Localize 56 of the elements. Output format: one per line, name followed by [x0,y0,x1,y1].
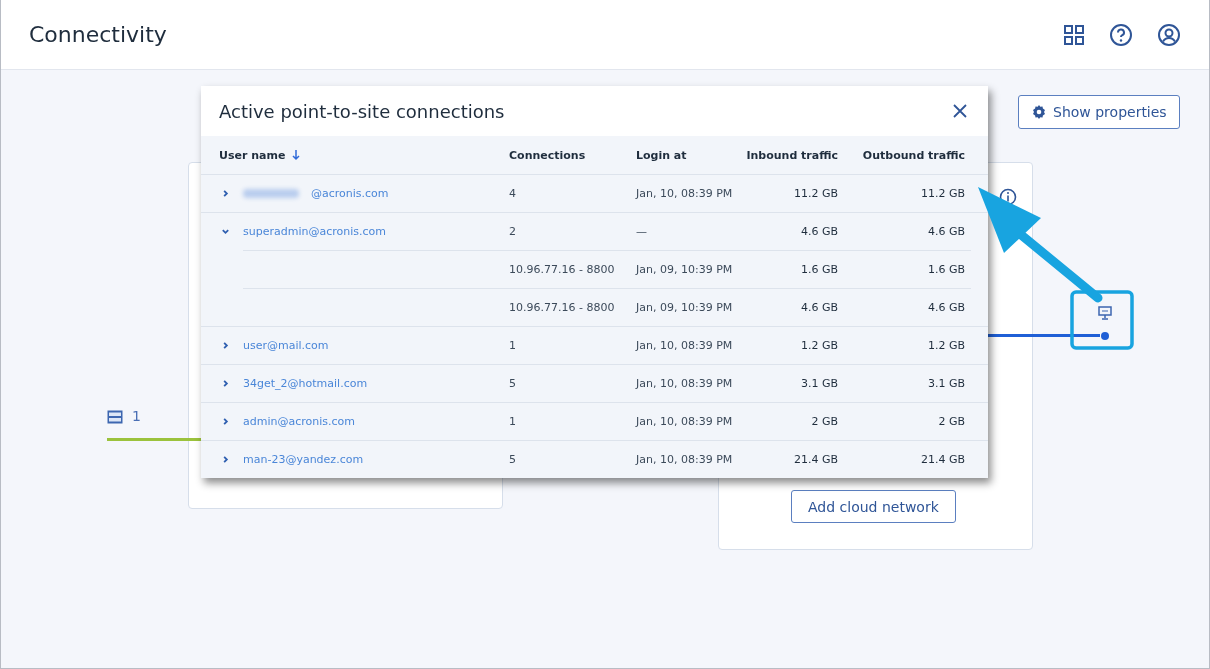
table-cell-text: 5 [509,377,517,390]
column-header[interactable]: User name [219,148,509,162]
node-count: 1 [132,408,141,424]
table-cell-text: — [636,225,648,238]
column-header[interactable]: Login at [636,148,738,162]
table-cell-text: 3.1 GB [926,377,965,390]
table-cell-text: 10.96.77.16 - 8800 [509,301,616,314]
table-cell-text: Jan, 09, 10:39 PM [636,263,734,276]
table-cell-text: Jan, 10, 08:39 PM [636,187,734,200]
table-cell-text: 11.2 GB [792,187,838,200]
add-cloud-network-button[interactable]: Add cloud network [791,490,956,523]
page-title: Connectivity [29,22,167,47]
server-icon [107,410,123,424]
column-header[interactable]: Outbound traffic [838,148,965,162]
user-icon[interactable] [1157,22,1181,47]
table-cell-text: Jan, 10, 08:39 PM [636,377,734,390]
settings-icon [1031,104,1047,120]
table-cell-text: Jan, 10, 08:39 PM [636,339,734,352]
chevron-down-icon [220,227,230,236]
table-cell-text: 4 [509,187,517,200]
table-cell-text: Jan, 10, 08:39 PM [636,453,734,466]
node-dot-icon [1099,330,1111,342]
table-cell-text: 3.1 GB [799,377,838,390]
column-header[interactable]: Connections [509,148,636,162]
blurred-text [243,189,299,198]
table-cell-text: 1.2 GB [926,339,965,352]
user-link[interactable]: superadmin@acronis.com [243,225,386,238]
monitor-icon [1098,306,1112,320]
table-cell-text: 1 [509,339,517,352]
table-cell-text: 21.4 GB [919,453,965,466]
table-cell-text: 2 [509,225,517,238]
expand-toggle[interactable] [219,227,231,236]
table-cell-text: 11.2 GB [919,187,965,200]
table-cell-text: 4.6 GB [799,301,838,314]
help-icon[interactable] [1109,22,1133,47]
table-cell-text: 2 GB [937,415,965,428]
grid-icon[interactable] [1063,23,1085,46]
table-cell-text: Jan, 10, 08:39 PM [636,415,734,428]
table-cell-text: 4.6 GB [926,301,965,314]
close-icon [952,103,968,119]
table-cell-text: 1.6 GB [926,263,965,276]
table-cell-text: 1 [509,415,517,428]
table-cell-text: Jan, 09, 10:39 PM [636,301,734,314]
dialog-title: Active point-to-site connections [219,100,505,122]
table-cell-text: 5 [509,453,517,466]
table-cell-text: 1.6 GB [799,263,838,276]
show-properties-button[interactable]: Show properties [1018,95,1180,129]
user-link[interactable]: man-23@yandez.com [243,453,364,466]
table-cell-text: 10.96.77.16 - 8800 [509,263,616,276]
user-link[interactable]: admin@acronis.com [243,415,355,428]
table-cell-text: 1.2 GB [799,339,838,352]
table-cell-text: 4.6 GB [926,225,965,238]
column-header[interactable]: Inbound traffic [738,148,838,162]
table-cell-text: 21.4 GB [792,453,838,466]
table-cell-text: 2 GB [810,415,838,428]
table-cell-text: 4.6 GB [799,225,838,238]
